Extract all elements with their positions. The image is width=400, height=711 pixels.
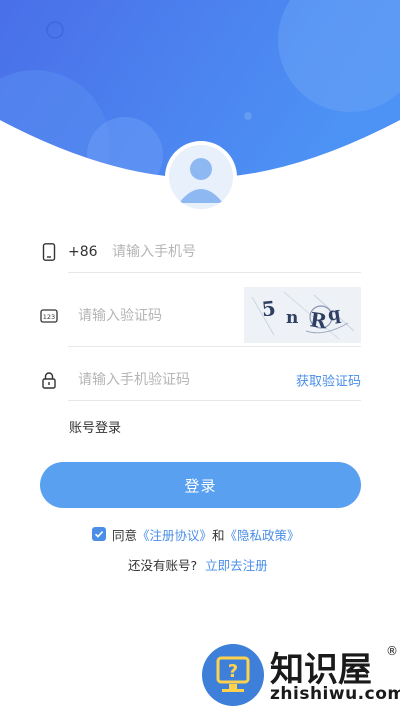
agree-checkbox[interactable] [92,527,106,541]
phone-icon [40,243,58,261]
and-text: 和 [212,527,225,543]
divider [68,400,361,401]
divider [68,346,361,347]
privacy-link[interactable]: 《隐私政策》 [225,525,300,544]
svg-text:123: 123 [43,313,55,321]
lock-icon [40,371,58,389]
agree-text: 同意 [112,527,138,543]
watermark-url: zhishiwu.com [270,684,400,704]
watermark-logo: ? [202,644,264,706]
captcha-row: 123 5 n R q [40,287,361,347]
sms-code-row: 获取验证码 [40,359,361,401]
number-123-icon: 123 [40,307,58,325]
svg-text:?: ? [228,661,238,682]
avatar[interactable] [165,141,237,213]
captcha-input[interactable] [78,308,238,324]
get-code-button[interactable]: 获取验证码 [296,371,361,390]
svg-text:5: 5 [261,296,277,321]
checkmark-icon [94,531,104,538]
phone-row: +86 [40,231,361,273]
svg-text:n: n [286,308,298,328]
watermark: ? 知识屋 ® zhishiwu.com [200,640,400,711]
register-row: 还没有账号? 立即去注册 [128,555,268,574]
question-monitor-icon: ? [216,656,250,692]
divider [68,272,361,273]
register-question: 还没有账号? [128,558,198,573]
login-button[interactable]: 登录 [40,462,361,508]
user-avatar-icon [169,145,233,209]
svg-text:q: q [327,303,343,326]
phone-input[interactable] [112,244,352,260]
header-banner [0,0,400,230]
registered-mark: ® [386,644,398,658]
sms-code-input[interactable] [78,372,248,388]
captcha-image[interactable]: 5 n R q [244,287,361,343]
agreement-row: 同意 《注册协议》 和 《隐私政策》 [92,525,300,543]
svg-text:R: R [309,307,329,333]
account-login-link[interactable]: 账号登录 [69,417,121,436]
register-link[interactable]: 立即去注册 [205,558,268,573]
terms-link[interactable]: 《注册协议》 [137,525,212,544]
country-code[interactable]: +86 [68,244,98,260]
